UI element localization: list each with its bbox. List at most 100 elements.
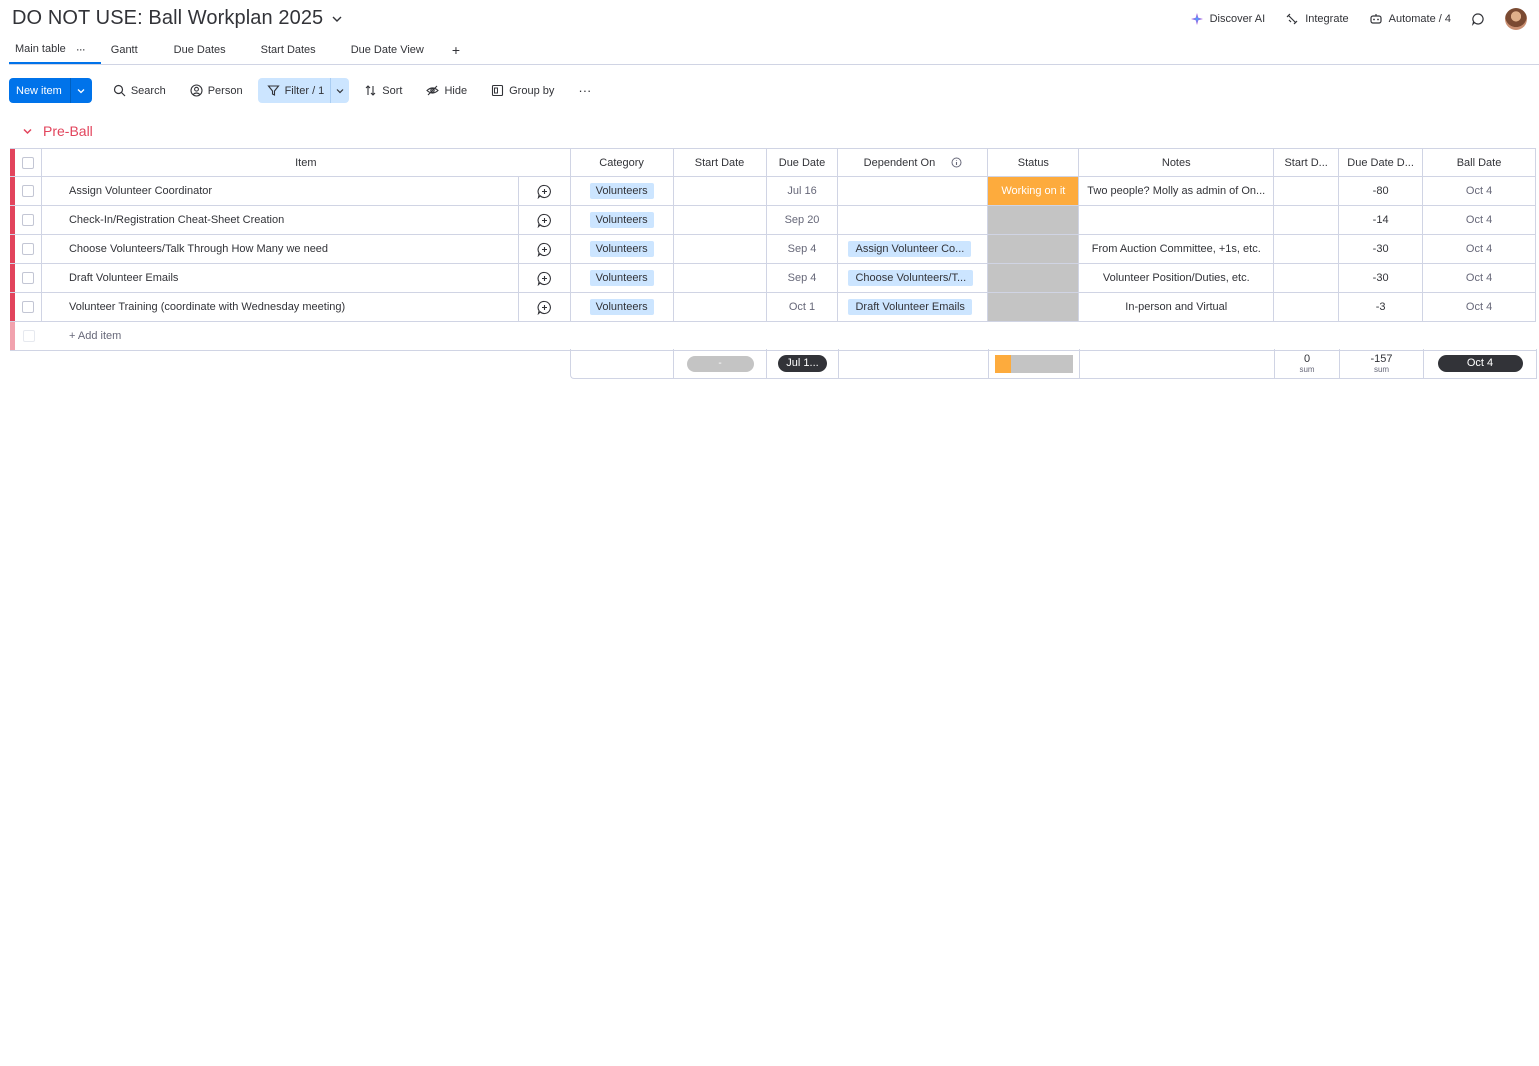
column-header-due-date[interactable]: Due Date — [767, 149, 839, 176]
due-date-cell[interactable]: Oct 1 — [767, 293, 839, 321]
hide-button[interactable]: Hide — [417, 78, 476, 103]
add-update-icon[interactable] — [537, 242, 552, 257]
table-row[interactable]: Volunteer Training (coordinate with Wedn… — [10, 293, 1537, 322]
group-title[interactable]: Pre-Ball — [43, 123, 93, 139]
row-checkbox[interactable] — [21, 185, 34, 197]
group-header[interactable]: Pre-Ball — [22, 123, 93, 139]
table-row[interactable]: Assign Volunteer Coordinator Volunteers … — [10, 177, 1537, 206]
dependent-on-cell[interactable] — [838, 177, 989, 205]
add-update-cell[interactable] — [519, 177, 571, 205]
add-view-button[interactable]: + — [440, 42, 468, 64]
due-date-cell[interactable]: Sep 4 — [767, 235, 839, 263]
item-name[interactable]: Draft Volunteer Emails — [42, 264, 519, 292]
due-date-d-cell[interactable]: -30 — [1339, 264, 1424, 292]
column-header-start-date[interactable]: Start Date — [674, 149, 767, 176]
due-date-d-cell[interactable]: -3 — [1339, 293, 1424, 321]
due-date-cell[interactable]: Sep 20 — [767, 206, 839, 234]
item-name[interactable]: Check-In/Registration Cheat-Sheet Creati… — [42, 206, 519, 234]
info-icon[interactable] — [951, 157, 962, 168]
add-update-cell[interactable] — [519, 206, 571, 234]
search-button[interactable]: Search — [104, 78, 175, 103]
status-cell[interactable] — [988, 293, 1080, 321]
dependency-chip[interactable]: Draft Volunteer Emails — [848, 299, 972, 315]
start-date-cell[interactable] — [674, 177, 767, 205]
column-header-status[interactable]: Status — [988, 149, 1080, 176]
column-header-due-date-d[interactable]: Due Date D... — [1339, 149, 1424, 176]
chevron-down-icon[interactable] — [331, 13, 343, 25]
column-header-category[interactable]: Category — [571, 149, 674, 176]
more-options-button[interactable]: ··· — [569, 78, 600, 103]
chevron-down-icon[interactable] — [69, 78, 92, 103]
status-cell[interactable] — [988, 264, 1080, 292]
column-header-item[interactable]: Item — [42, 149, 571, 176]
new-item-label[interactable]: New item — [9, 78, 70, 103]
tab-due-dates[interactable]: Due Dates — [154, 44, 242, 64]
chevron-down-icon[interactable] — [330, 78, 349, 103]
add-item-row[interactable]: + Add item — [10, 322, 1536, 351]
dependency-chip[interactable]: Choose Volunteers/T... — [848, 270, 974, 286]
status-cell[interactable]: Working on it — [988, 177, 1080, 205]
start-d-cell[interactable] — [1274, 264, 1340, 292]
dependency-chip[interactable]: Assign Volunteer Co... — [848, 241, 972, 257]
ball-date-cell[interactable]: Oct 4 — [1423, 177, 1537, 205]
due-date-d-cell[interactable]: -14 — [1339, 206, 1424, 234]
dependent-on-cell[interactable]: Choose Volunteers/T... — [838, 264, 989, 292]
dependent-on-cell[interactable]: Draft Volunteer Emails — [838, 293, 989, 321]
row-checkbox[interactable] — [21, 243, 34, 255]
ball-date-cell[interactable]: Oct 4 — [1423, 206, 1537, 234]
start-date-cell[interactable] — [674, 206, 767, 234]
table-row[interactable]: Check-In/Registration Cheat-Sheet Creati… — [10, 206, 1537, 235]
board-title[interactable]: DO NOT USE: Ball Workplan 2025 — [12, 7, 323, 30]
due-date-cell[interactable]: Sep 4 — [767, 264, 839, 292]
tab-main-table[interactable]: Main table ··· — [9, 42, 101, 64]
add-update-cell[interactable] — [519, 264, 571, 292]
item-name[interactable]: Assign Volunteer Coordinator — [42, 177, 519, 205]
new-item-button[interactable]: New item — [9, 78, 92, 103]
sort-button[interactable]: Sort — [355, 78, 411, 103]
row-checkbox[interactable] — [21, 301, 34, 313]
column-header-dependent-on[interactable]: Dependent On — [838, 149, 989, 176]
tab-due-date-view[interactable]: Due Date View — [332, 44, 440, 64]
tab-gantt[interactable]: Gantt — [101, 44, 154, 64]
start-d-cell[interactable] — [1274, 177, 1340, 205]
category-cell[interactable]: Volunteers — [571, 177, 674, 205]
due-date-d-cell[interactable]: -30 — [1339, 235, 1424, 263]
integrate-button[interactable]: Integrate — [1285, 12, 1349, 26]
ball-date-cell[interactable]: Oct 4 — [1423, 293, 1537, 321]
notes-cell[interactable]: In-person and Virtual — [1079, 293, 1275, 321]
category-cell[interactable]: Volunteers — [571, 235, 674, 263]
ball-date-cell[interactable]: Oct 4 — [1423, 264, 1537, 292]
updates-button[interactable] — [1471, 12, 1485, 26]
table-row[interactable]: Draft Volunteer Emails Volunteers Sep 4 … — [10, 264, 1537, 293]
tab-start-dates[interactable]: Start Dates — [242, 44, 332, 64]
due-date-cell[interactable]: Jul 16 — [767, 177, 839, 205]
select-all-checkbox[interactable] — [21, 156, 34, 169]
start-date-cell[interactable] — [674, 235, 767, 263]
start-date-cell[interactable] — [674, 264, 767, 292]
group-by-button[interactable]: Group by — [482, 78, 563, 103]
ball-date-cell[interactable]: Oct 4 — [1423, 235, 1537, 263]
notes-cell[interactable] — [1079, 206, 1275, 234]
chevron-down-icon[interactable] — [22, 126, 33, 137]
add-update-icon[interactable] — [537, 213, 552, 228]
category-cell[interactable]: Volunteers — [571, 264, 674, 292]
row-checkbox[interactable] — [21, 272, 34, 284]
add-update-icon[interactable] — [537, 271, 552, 286]
filter-button[interactable]: Filter / 1 — [258, 78, 331, 103]
status-cell[interactable] — [988, 206, 1080, 234]
dependent-on-cell[interactable]: Assign Volunteer Co... — [838, 235, 989, 263]
table-row[interactable]: Choose Volunteers/Talk Through How Many … — [10, 235, 1537, 264]
row-checkbox[interactable] — [21, 214, 34, 226]
start-d-cell[interactable] — [1274, 293, 1340, 321]
add-update-icon[interactable] — [537, 184, 552, 199]
add-update-cell[interactable] — [519, 293, 571, 321]
column-header-start-d[interactable]: Start D... — [1274, 149, 1340, 176]
person-filter-button[interactable]: Person — [181, 78, 252, 103]
notes-cell[interactable]: From Auction Committee, +1s, etc. — [1079, 235, 1275, 263]
start-date-cell[interactable] — [674, 293, 767, 321]
add-item-input[interactable]: + Add item — [42, 322, 121, 350]
notes-cell[interactable]: Volunteer Position/Duties, etc. — [1079, 264, 1275, 292]
add-update-cell[interactable] — [519, 235, 571, 263]
category-cell[interactable]: Volunteers — [571, 206, 674, 234]
discover-ai-button[interactable]: Discover AI — [1190, 12, 1265, 26]
